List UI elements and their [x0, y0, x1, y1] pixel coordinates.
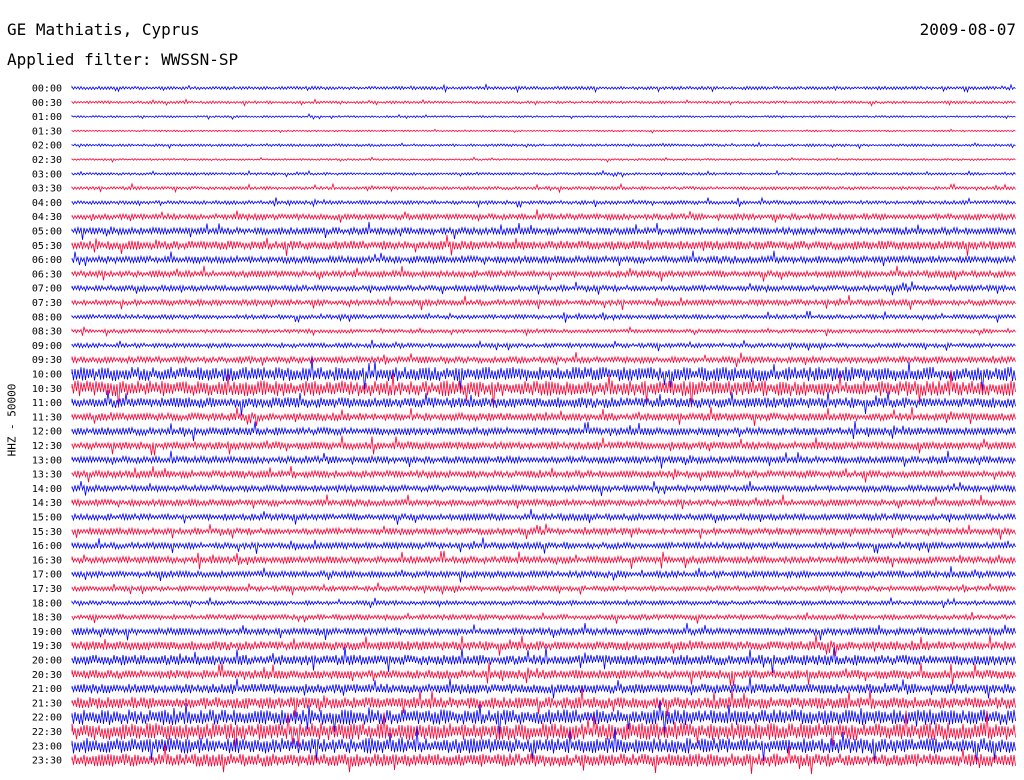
- trace-row: [71, 182, 1016, 194]
- time-tick-label: 01:30: [32, 126, 62, 137]
- trace-row: [71, 582, 1016, 596]
- time-tick-label: 09:30: [32, 355, 62, 366]
- trace-row: [71, 265, 1016, 282]
- time-tick-label: 17:00: [32, 570, 62, 581]
- time-tick-label: 04:30: [32, 212, 62, 223]
- time-tick-label: 18:00: [32, 598, 62, 609]
- time-tick-label: 03:00: [32, 169, 62, 180]
- trace-row: [71, 156, 1016, 163]
- trace-row: [71, 325, 1016, 338]
- time-tick-label: 08:00: [32, 312, 62, 323]
- time-tick-label: 13:00: [32, 455, 62, 466]
- time-tick-label: 08:30: [32, 327, 62, 338]
- time-tick-label: 20:00: [32, 656, 62, 667]
- trace-row: [71, 634, 1016, 657]
- time-tick-label: 07:00: [32, 284, 62, 295]
- time-tick-label: 05:30: [32, 241, 62, 252]
- time-tick-label: 11:00: [32, 398, 62, 409]
- time-tick-label: 11:30: [32, 412, 62, 423]
- trace-row: [71, 310, 1016, 323]
- trace-row: [71, 597, 1016, 609]
- trace-row: [71, 481, 1016, 496]
- trace-row: [71, 98, 1016, 107]
- time-tick-label: 10:30: [32, 384, 62, 395]
- trace-row: [71, 281, 1016, 296]
- trace-row: [71, 128, 1016, 134]
- trace-row: [71, 465, 1016, 483]
- trace-row: [71, 406, 1016, 427]
- trace-row: [71, 494, 1016, 510]
- time-tick-label: 02:00: [32, 141, 62, 152]
- time-tick-label: 07:30: [32, 298, 62, 309]
- time-tick-label: 15:00: [32, 513, 62, 524]
- time-tick-label: 12:00: [32, 427, 62, 438]
- trace-row: [71, 339, 1016, 352]
- time-tick-label: 15:30: [32, 527, 62, 538]
- time-tick-label: 00:30: [32, 98, 62, 109]
- time-tick-label: 19:00: [32, 627, 62, 638]
- time-tick-label: 06:30: [32, 269, 62, 280]
- time-tick-label: 01:00: [32, 112, 62, 123]
- time-tick-label: 16:30: [32, 555, 62, 566]
- trace-row: [71, 566, 1016, 583]
- time-tick-label: 09:00: [32, 341, 62, 352]
- trace-row: [71, 662, 1016, 686]
- trace-row: [71, 209, 1016, 223]
- time-tick-label: 16:00: [32, 541, 62, 552]
- time-tick-label: 14:30: [32, 498, 62, 509]
- trace-row: [71, 537, 1016, 554]
- trace-row: [71, 550, 1016, 570]
- trace-row: [71, 622, 1016, 641]
- trace-row: [71, 676, 1016, 699]
- time-tick-label: 22:00: [32, 713, 62, 724]
- trace-row: [71, 169, 1016, 178]
- trace-row: [71, 523, 1016, 540]
- time-tick-label: 00:00: [32, 84, 62, 95]
- time-tick-label: 23:00: [32, 741, 62, 752]
- trace-row: [71, 390, 1016, 416]
- time-tick-label: 19:30: [32, 641, 62, 652]
- trace-row: [71, 235, 1016, 256]
- helicorder-plot: 00:00 00:30 01:00 01:30 02:00 02:30 03:00 03:30…: [32, 83, 1016, 775]
- time-tick-label: 12:30: [32, 441, 62, 452]
- time-tick-label: 05:00: [32, 227, 62, 238]
- trace-row: [71, 141, 1016, 150]
- trace-row: [71, 450, 1016, 469]
- trace-row: [71, 611, 1016, 624]
- trace-row: [71, 435, 1016, 456]
- time-tick-label: 21:00: [32, 684, 62, 695]
- time-tick-label: 21:30: [32, 698, 62, 709]
- time-tick-label: 04:00: [32, 198, 62, 209]
- trace-row: [71, 352, 1016, 368]
- time-tick-label: 23:30: [32, 756, 62, 767]
- trace-row: [71, 83, 1016, 94]
- time-tick-label: 13:30: [32, 470, 62, 481]
- trace-row: [71, 221, 1016, 240]
- time-tick-label: 06:00: [32, 255, 62, 266]
- trace-row: [71, 113, 1016, 121]
- time-tick-label: 14:00: [32, 484, 62, 495]
- trace-row: [71, 250, 1016, 267]
- time-tick-label: 10:00: [32, 370, 62, 381]
- trace-row: [71, 508, 1016, 525]
- time-tick-label: 03:30: [32, 184, 62, 195]
- time-tick-label: 17:30: [32, 584, 62, 595]
- trace-row: [71, 196, 1016, 209]
- time-tick-label: 22:30: [32, 727, 62, 738]
- time-tick-label: 20:30: [32, 670, 62, 681]
- time-tick-label: 18:30: [32, 613, 62, 624]
- trace-row: [71, 421, 1016, 442]
- trace-row: [71, 295, 1016, 311]
- time-tick-label: 02:30: [32, 155, 62, 166]
